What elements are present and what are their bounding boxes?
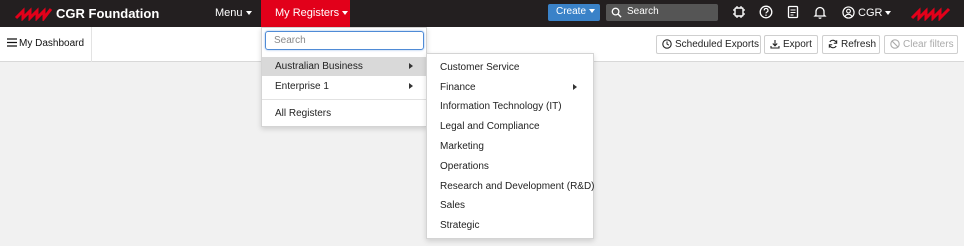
- brand-logo-icon[interactable]: [14, 5, 54, 21]
- chevron-right-icon: [409, 63, 413, 69]
- chevron-right-icon: [573, 84, 577, 90]
- chip-icon[interactable]: [732, 5, 746, 19]
- submenu-item-label: Customer Service: [440, 62, 520, 73]
- scheduled-exports-button[interactable]: Scheduled Exports: [656, 35, 761, 54]
- menu-divider: [262, 99, 426, 100]
- submenu-item-marketing[interactable]: Marketing: [427, 137, 593, 156]
- chevron-right-icon: [409, 83, 413, 89]
- clear-filters-button[interactable]: Clear filters: [884, 35, 958, 54]
- scheduled-exports-label: Scheduled Exports: [675, 39, 759, 50]
- submenu-item-label: Information Technology (IT): [440, 101, 562, 112]
- menu-button[interactable]: Menu: [215, 7, 252, 19]
- download-icon: [770, 40, 780, 49]
- user-menu-button[interactable]: CGR: [842, 6, 892, 19]
- user-avatar-icon: [842, 6, 855, 19]
- australian-business-submenu: Customer Service Finance Information Tec…: [426, 53, 595, 239]
- registers-dropdown: Search Australian Business Enterprise 1 …: [261, 27, 427, 127]
- submenu-item-label: Operations: [440, 161, 489, 172]
- user-label: CGR: [858, 7, 883, 19]
- document-icon[interactable]: [786, 5, 800, 19]
- register-item-label: All Registers: [275, 108, 332, 119]
- ban-icon: [890, 39, 900, 49]
- submenu-item-customer-service[interactable]: Customer Service: [427, 58, 593, 77]
- register-item-australian-business[interactable]: Australian Business: [262, 57, 426, 76]
- help-icon[interactable]: [759, 5, 773, 19]
- refresh-label: Refresh: [841, 39, 877, 50]
- chevron-down-icon: [885, 11, 892, 16]
- chevron-down-icon: [245, 11, 252, 16]
- refresh-icon: [828, 39, 838, 49]
- submenu-item-label: Finance: [440, 82, 476, 93]
- submenu-item-research-and-development[interactable]: Research and Development (R&D): [427, 177, 595, 196]
- create-label: Create: [556, 6, 587, 17]
- chevron-down-icon: [589, 9, 596, 14]
- submenu-item-label: Strategic: [440, 220, 480, 231]
- register-item-all-registers[interactable]: All Registers: [262, 104, 426, 123]
- global-search-input[interactable]: Search: [606, 4, 718, 21]
- registers-search-input[interactable]: Search: [265, 31, 424, 50]
- create-button[interactable]: Create: [548, 4, 600, 21]
- submenu-item-label: Marketing: [440, 141, 484, 152]
- register-item-label: Enterprise 1: [275, 81, 329, 92]
- my-registers-button[interactable]: My Registers: [261, 0, 350, 27]
- submenu-item-label: Legal and Compliance: [440, 121, 540, 132]
- hamburger-menu-icon: [7, 38, 17, 47]
- my-dashboard-button[interactable]: My Dashboard: [0, 27, 92, 62]
- register-item-label: Australian Business: [275, 61, 363, 72]
- top-navbar: CGR Foundation Menu My Registers Create …: [0, 0, 964, 27]
- refresh-button[interactable]: Refresh: [822, 35, 880, 54]
- export-label: Export: [783, 39, 812, 50]
- chevron-down-icon: [342, 11, 349, 16]
- submenu-item-label: Research and Development (R&D): [440, 181, 595, 192]
- export-button[interactable]: Export: [764, 35, 818, 54]
- global-search-placeholder: Search: [627, 6, 659, 17]
- clear-filters-label: Clear filters: [903, 39, 954, 50]
- menu-label: Menu: [215, 7, 243, 19]
- brand-name[interactable]: CGR Foundation: [56, 6, 159, 21]
- submenu-item-label: Sales: [440, 200, 466, 211]
- register-item-enterprise-1[interactable]: Enterprise 1: [262, 77, 426, 96]
- search-icon: [611, 7, 622, 18]
- clock-icon: [662, 39, 672, 49]
- submenu-item-finance[interactable]: Finance: [427, 78, 593, 97]
- bell-icon[interactable]: [813, 5, 827, 19]
- submenu-item-operations[interactable]: Operations: [427, 157, 593, 176]
- submenu-item-information-technology[interactable]: Information Technology (IT): [427, 97, 593, 116]
- registers-search-placeholder: Search: [274, 35, 306, 46]
- company-logo-icon: [910, 7, 951, 21]
- my-dashboard-label: My Dashboard: [19, 38, 85, 49]
- my-registers-label: My Registers: [275, 7, 340, 19]
- submenu-item-strategic[interactable]: Strategic: [427, 216, 593, 235]
- submenu-item-legal-and-compliance[interactable]: Legal and Compliance: [427, 117, 593, 136]
- submenu-item-sales[interactable]: Sales: [427, 196, 593, 215]
